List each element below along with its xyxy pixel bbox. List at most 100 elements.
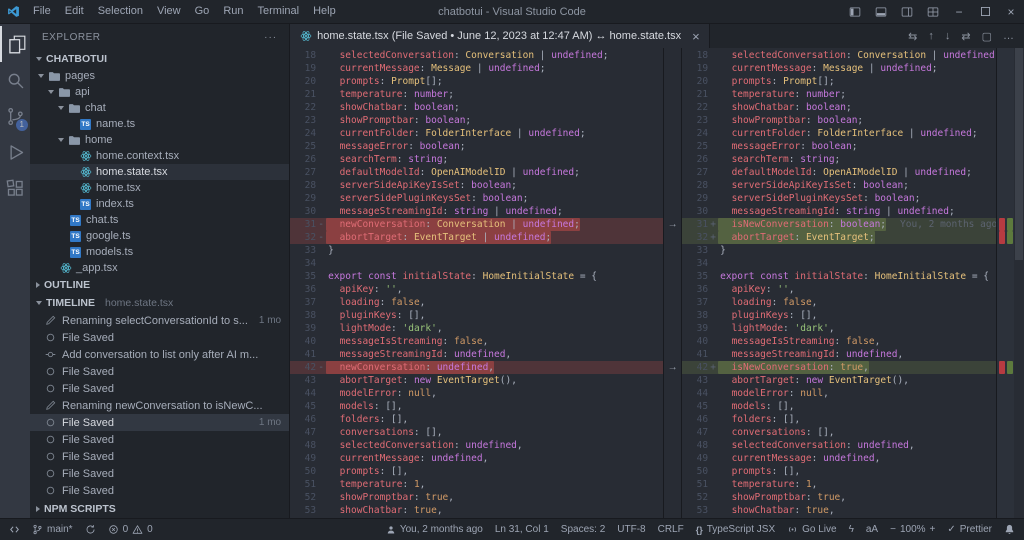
tree-item-pages[interactable]: pages xyxy=(30,68,289,84)
timeline-item[interactable]: Renaming newConversation to isNewC... xyxy=(30,397,289,414)
code-line-34[interactable]: 34 xyxy=(290,257,663,270)
minimize-button[interactable]: − xyxy=(946,0,972,23)
code-line-51[interactable]: 51 temperature: 1, xyxy=(290,478,663,491)
code-line-29[interactable]: 29 serverSidePluginKeysSet: boolean; xyxy=(682,192,996,205)
timeline-item[interactable]: File Saved xyxy=(30,465,289,482)
toggle-panel-icon[interactable] xyxy=(868,0,894,23)
code-line-32[interactable]: 32- abortTarget: EventTarget | undefined… xyxy=(290,231,664,244)
next-change-icon[interactable]: ↓ xyxy=(945,30,951,42)
tree-item-home-state-tsx[interactable]: home.state.tsx xyxy=(30,164,290,180)
menu-run[interactable]: Run xyxy=(216,0,250,23)
code-line-27[interactable]: 27 defaultModelId: OpenAIModelID | undef… xyxy=(290,166,663,179)
code-line-21[interactable]: 21 temperature: number; xyxy=(682,88,996,101)
code-line-22[interactable]: 22 showChatbar: boolean; xyxy=(290,101,663,114)
menu-go[interactable]: Go xyxy=(188,0,217,23)
menu-selection[interactable]: Selection xyxy=(91,0,150,23)
code-line-52[interactable]: 52 showPromptbar: true, xyxy=(290,491,663,504)
code-line-19[interactable]: 19 currentMessage: Message | undefined; xyxy=(290,62,663,75)
code-line-48[interactable]: 48 selectedConversation: undefined, xyxy=(290,439,663,452)
prettier-status[interactable]: ✓ Prettier xyxy=(947,524,992,535)
notifications-bell-icon[interactable] xyxy=(1004,524,1015,535)
indentation-status[interactable]: Spaces: 2 xyxy=(561,524,605,535)
project-section-header[interactable]: CHATBOTUI xyxy=(30,50,289,68)
encoding-status[interactable]: UTF-8 xyxy=(617,524,645,535)
menu-file[interactable]: File xyxy=(26,0,58,23)
problems-status[interactable]: 0 0 xyxy=(108,524,153,535)
tree-item-google-ts[interactable]: TS google.ts xyxy=(30,228,289,244)
code-line-19[interactable]: 19 currentMessage: Message | undefined; xyxy=(682,62,996,75)
language-status[interactable]: {} TypeScript JSX xyxy=(696,524,775,535)
code-line-53[interactable]: 53 showChatbar: true, xyxy=(682,504,996,517)
inline-view-icon[interactable]: ⇆ xyxy=(908,30,917,43)
code-line-39[interactable]: 39 lightMode: 'dark', xyxy=(682,322,996,335)
customize-layout-icon[interactable] xyxy=(920,0,946,23)
code-line-52[interactable]: 52 showPromptbar: true, xyxy=(682,491,996,504)
revert-change-arrow-icon[interactable]: → xyxy=(665,218,680,231)
timeline-item[interactable]: File Saved xyxy=(30,363,289,380)
activity-source-control[interactable]: 1 xyxy=(0,98,30,134)
code-line-27[interactable]: 27 defaultModelId: OpenAIModelID | undef… xyxy=(682,166,996,179)
tab-home-state-diff[interactable]: home.state.tsx (File Saved • June 12, 20… xyxy=(290,24,710,48)
code-line-29[interactable]: 29 serverSidePluginKeysSet: boolean; xyxy=(290,192,663,205)
code-line-18[interactable]: 18 selectedConversation: Conversation | … xyxy=(682,49,996,62)
code-line-25[interactable]: 25 messageError: boolean; xyxy=(290,140,663,153)
code-line-18[interactable]: 18 selectedConversation: Conversation | … xyxy=(290,49,663,62)
code-line-49[interactable]: 49 currentMessage: undefined, xyxy=(290,452,663,465)
code-line-45[interactable]: 45 models: [], xyxy=(290,400,663,413)
tree-item--app-tsx[interactable]: _app.tsx xyxy=(30,260,289,276)
menu-terminal[interactable]: Terminal xyxy=(251,0,307,23)
activity-run-debug[interactable] xyxy=(0,134,30,170)
code-line-47[interactable]: 47 conversations: [], xyxy=(290,426,663,439)
code-line-47[interactable]: 47 conversations: [], xyxy=(682,426,996,439)
code-line-43[interactable]: 43 abortTarget: new EventTarget(), xyxy=(682,374,996,387)
code-line-48[interactable]: 48 selectedConversation: undefined, xyxy=(682,439,996,452)
remote-indicator[interactable] xyxy=(9,524,20,535)
code-line-37[interactable]: 37 loading: false, xyxy=(290,296,663,309)
code-line-35[interactable]: 35 export const initialState: HomeInitial… xyxy=(682,270,996,283)
code-line-34[interactable]: 34 xyxy=(682,257,996,270)
code-line-38[interactable]: 38 pluginKeys: [], xyxy=(290,309,663,322)
code-line-41[interactable]: 41 messageStreamingId: undefined, xyxy=(682,348,996,361)
code-line-44[interactable]: 44 modelError: null, xyxy=(682,387,996,400)
branch-status[interactable]: main* xyxy=(32,524,73,535)
outline-section-header[interactable]: OUTLINE xyxy=(30,276,289,294)
code-line-30[interactable]: 30 messageStreamingId: string | undefine… xyxy=(682,205,996,218)
tree-item-chat[interactable]: chat xyxy=(30,100,289,116)
timeline-item[interactable]: File Saved xyxy=(30,431,289,448)
timeline-item[interactable]: File Saved 1 mo xyxy=(30,414,290,431)
menu-help[interactable]: Help xyxy=(306,0,343,23)
toggle-sidebar-icon[interactable] xyxy=(842,0,868,23)
font-case-icon[interactable]: aA xyxy=(866,524,878,535)
blame-status[interactable]: You, 2 months ago xyxy=(386,524,483,535)
more-actions-icon[interactable]: ··· xyxy=(264,32,277,43)
code-line-53[interactable]: 53 showChatbar: true, xyxy=(290,504,663,517)
revert-change-arrow-icon[interactable]: → xyxy=(665,361,680,374)
code-line-41[interactable]: 41 messageStreamingId: undefined, xyxy=(290,348,663,361)
tree-item-api[interactable]: api xyxy=(30,84,289,100)
thunder-client-icon[interactable]: ϟ xyxy=(849,524,854,535)
code-line-40[interactable]: 40 messageIsStreaming: false, xyxy=(290,335,663,348)
code-line-20[interactable]: 20 prompts: Prompt[]; xyxy=(682,75,996,88)
open-file-icon[interactable]: ▢ xyxy=(982,30,992,43)
code-line-38[interactable]: 38 pluginKeys: [], xyxy=(682,309,996,322)
previous-change-icon[interactable]: ↑ xyxy=(928,30,934,42)
swap-sides-icon[interactable]: ⇄ xyxy=(961,30,970,43)
timeline-item[interactable]: File Saved xyxy=(30,329,289,346)
code-line-33[interactable]: 33} xyxy=(682,244,996,257)
code-line-40[interactable]: 40 messageIsStreaming: false, xyxy=(682,335,996,348)
scrollbar-thumb[interactable] xyxy=(1015,48,1023,260)
zoom-in-icon[interactable]: + xyxy=(930,524,936,535)
tab-close-icon[interactable]: × xyxy=(692,29,700,44)
go-live-status[interactable]: Go Live xyxy=(787,524,837,535)
code-line-35[interactable]: 35 export const initialState: HomeInitial… xyxy=(290,270,663,283)
eol-status[interactable]: CRLF xyxy=(658,524,684,535)
zoom-status[interactable]: − 100% + xyxy=(890,524,935,535)
sync-status[interactable] xyxy=(85,524,96,535)
code-line-45[interactable]: 45 models: [], xyxy=(682,400,996,413)
activity-search[interactable] xyxy=(0,62,30,98)
code-line-28[interactable]: 28 serverSideApiKeyIsSet: boolean; xyxy=(682,179,996,192)
tree-item-home[interactable]: home xyxy=(30,132,289,148)
code-line-46[interactable]: 46 folders: [], xyxy=(682,413,996,426)
code-line-50[interactable]: 50 prompts: [], xyxy=(682,465,996,478)
code-line-31[interactable]: 31 + isNewConversation: boolean; You, 2 mo… xyxy=(682,218,996,231)
